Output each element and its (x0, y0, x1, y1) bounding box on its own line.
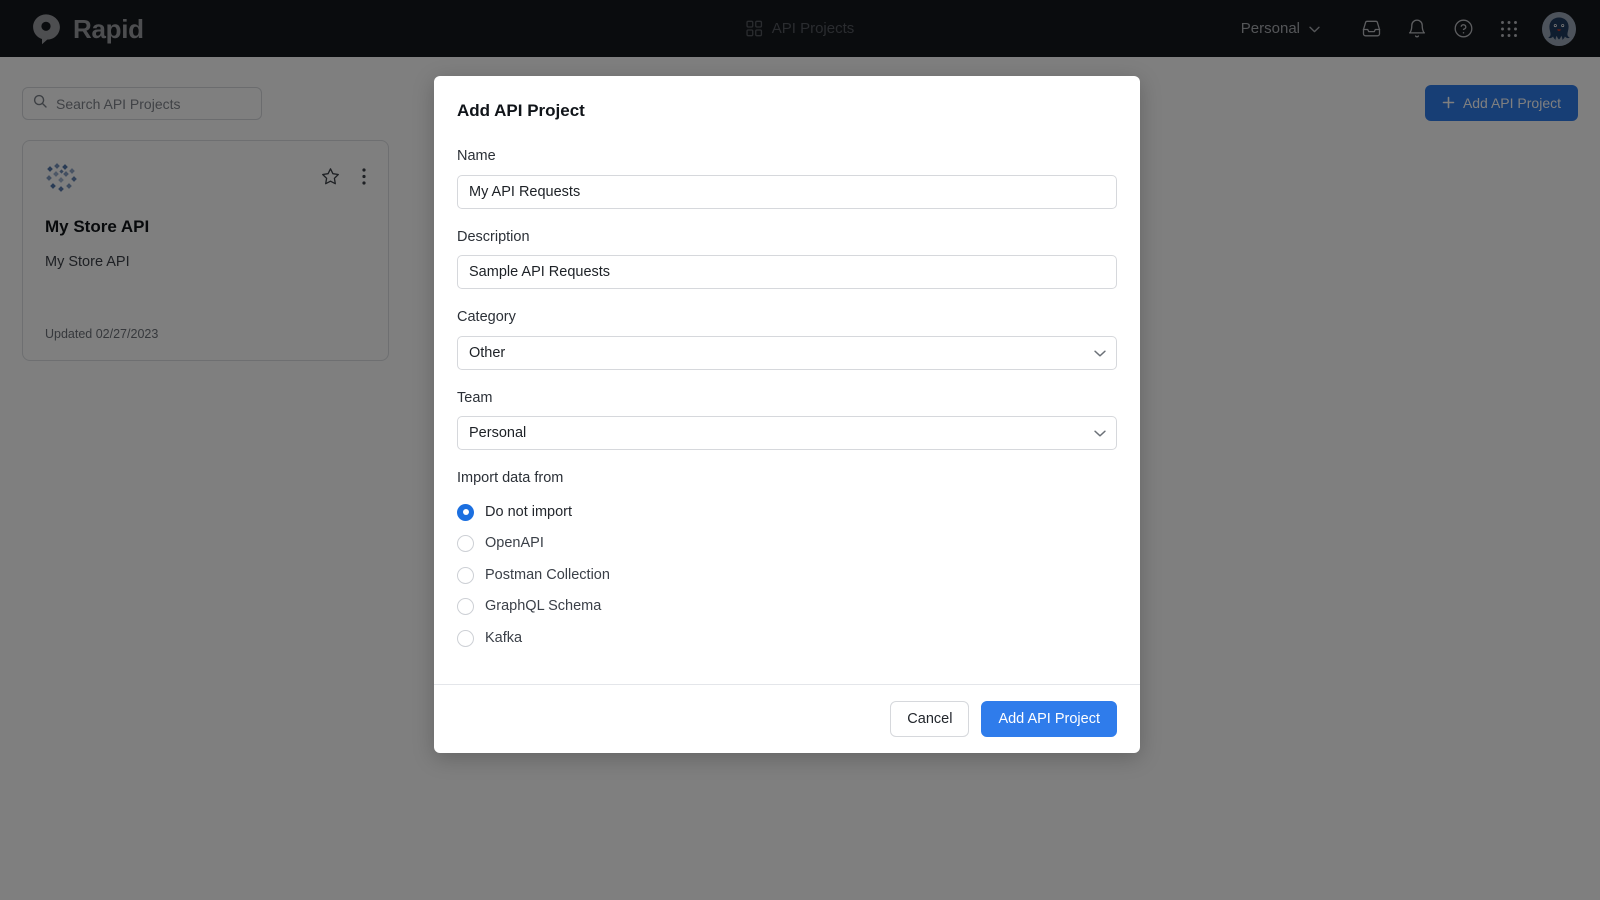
field-description: Description (457, 228, 1117, 290)
radio-option-postman-collection[interactable]: Postman Collection (457, 559, 1117, 591)
team-select[interactable]: Personal (457, 415, 1117, 450)
dialog-body: Add API Project Name Description Categor… (434, 76, 1140, 684)
field-name: Name (457, 148, 1117, 209)
radio-label: Do not import (485, 503, 573, 520)
description-label: Description (457, 228, 530, 245)
field-team: Team Personal (457, 390, 1117, 450)
radio-option-kafka[interactable]: Kafka (457, 622, 1117, 654)
radio-option-openapi[interactable]: OpenAPI (457, 528, 1117, 560)
name-label: Name (457, 148, 496, 165)
team-selected-value: Personal (469, 424, 527, 441)
app-root: Rapid API Projects Personal (0, 0, 1600, 900)
category-label: Category (457, 309, 516, 326)
radio-indicator (457, 535, 474, 553)
team-select-wrap: Personal (457, 415, 1117, 450)
radio-indicator (457, 566, 474, 584)
import-source-radio-group: Do not import OpenAPI Postman Collection… (457, 496, 1117, 654)
radio-option-graphql-schema[interactable]: GraphQL Schema (457, 591, 1117, 623)
add-api-project-dialog: Add API Project Name Description Categor… (434, 76, 1140, 753)
field-import-data-from: Import data from Do not import OpenAPI P… (457, 470, 1117, 654)
radio-indicator-selected (457, 503, 474, 521)
import-data-from-label: Import data from (457, 469, 564, 486)
category-selected-value: Other (469, 344, 506, 361)
description-input[interactable] (457, 255, 1117, 290)
radio-indicator (457, 598, 474, 616)
radio-label: Postman Collection (485, 566, 610, 583)
category-select-wrap: Other (457, 335, 1117, 370)
team-label: Team (457, 389, 493, 406)
radio-label: Kafka (485, 629, 523, 646)
radio-option-do-not-import[interactable]: Do not import (457, 496, 1117, 528)
submit-add-api-project-button[interactable]: Add API Project (981, 700, 1117, 737)
category-select[interactable]: Other (457, 335, 1117, 370)
radio-indicator (457, 629, 474, 647)
radio-label: OpenAPI (485, 535, 544, 552)
dialog-title: Add API Project (457, 101, 585, 120)
cancel-button[interactable]: Cancel (890, 700, 970, 737)
dialog-footer: Cancel Add API Project (434, 683, 1140, 753)
field-category: Category Other (457, 309, 1117, 370)
name-input[interactable] (457, 174, 1117, 209)
radio-label: GraphQL Schema (485, 598, 602, 615)
